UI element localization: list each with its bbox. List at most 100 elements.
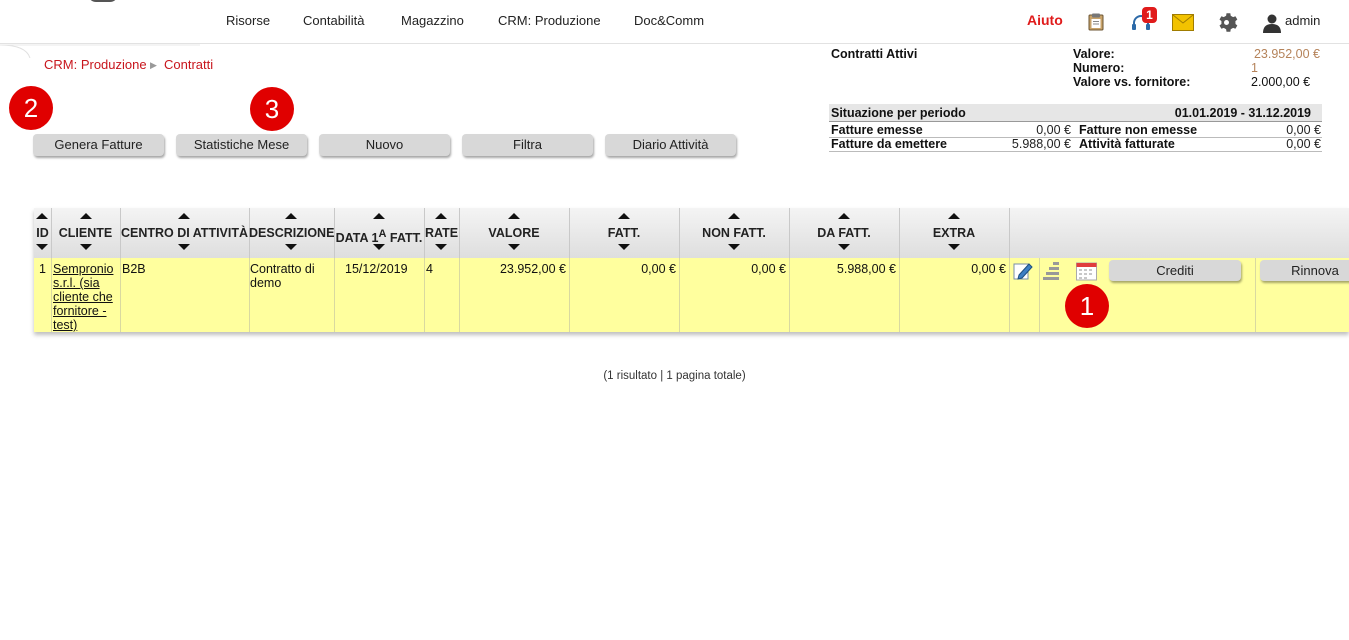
- list-icon[interactable]: [1043, 261, 1061, 286]
- cell-descrizione: Contratto di demo: [249, 258, 335, 332]
- cell-text: 0,00 €: [971, 262, 1006, 276]
- col-fatt[interactable]: FATT.: [569, 208, 680, 258]
- attivita-fatturate-value: 0,00 €: [1286, 137, 1321, 151]
- pagination-info: (1 risultato | 1 pagina totale): [603, 370, 746, 382]
- sort-asc-icon[interactable]: [948, 213, 960, 219]
- sort-desc-icon[interactable]: [618, 244, 630, 250]
- table-row: 1 Sempronio s.r.l. (sia cliente che forn…: [34, 258, 1349, 332]
- sort-asc-icon[interactable]: [618, 213, 630, 219]
- fatture-non-emesse-value: 0,00 €: [1286, 123, 1321, 137]
- cell-text: 0,00 €: [751, 262, 786, 276]
- sort-desc-icon[interactable]: [285, 244, 297, 250]
- sort-asc-icon[interactable]: [178, 213, 190, 219]
- nav-item-magazzino[interactable]: Magazzino: [401, 13, 464, 28]
- nav-item-doc-comm[interactable]: Doc&Comm: [634, 13, 704, 28]
- sort-desc-icon[interactable]: [373, 244, 385, 250]
- mail-icon[interactable]: [1172, 14, 1194, 36]
- col-extra[interactable]: EXTRA: [899, 208, 1010, 258]
- statistiche-mese-button[interactable]: Statistiche Mese: [176, 134, 307, 156]
- sort-desc-icon[interactable]: [838, 244, 850, 250]
- nav-item-risorse[interactable]: Risorse: [226, 13, 270, 28]
- col-label: ID: [36, 226, 49, 240]
- sort-asc-icon[interactable]: [838, 213, 850, 219]
- attivita-fatturate-label: Attività fatturate: [1079, 137, 1175, 151]
- cell-text: B2B: [122, 262, 146, 276]
- col-label: CENTRO DI ATTIVITÀ: [120, 226, 249, 240]
- notification-badge: 1: [1142, 7, 1157, 23]
- sort-desc-icon[interactable]: [435, 244, 447, 250]
- sort-asc-icon[interactable]: [285, 213, 297, 219]
- col-cliente[interactable]: CLIENTE: [51, 208, 121, 258]
- cell-cliente: Sempronio s.r.l. (sia cliente che fornit…: [51, 258, 121, 332]
- diario-attivita-button[interactable]: Diario Attività: [605, 134, 736, 156]
- table-header: ID CLIENTE CENTRO DI ATTIVITÀ DESCRIZION…: [34, 208, 1349, 258]
- nav-item-crm-produzione[interactable]: CRM: Produzione: [498, 13, 601, 28]
- col-data-1a-fatt[interactable]: DATA 1A FATT.: [334, 208, 425, 258]
- sort-asc-icon[interactable]: [508, 213, 520, 219]
- sort-asc-icon[interactable]: [373, 213, 385, 219]
- col-da-fatt[interactable]: DA FATT.: [789, 208, 900, 258]
- cell-rate: 4: [424, 258, 460, 332]
- marker-1: 1: [1065, 284, 1109, 328]
- sort-desc-icon[interactable]: [508, 244, 520, 250]
- cliente-link[interactable]: Sempronio s.r.l. (sia cliente che fornit…: [53, 262, 113, 332]
- crediti-button[interactable]: Crediti: [1109, 260, 1241, 281]
- edit-icon[interactable]: [1013, 261, 1033, 286]
- fatture-da-emettere-value: 5.988,00 €: [1011, 137, 1071, 151]
- nav-item-contabilita[interactable]: Contabilità: [303, 13, 364, 28]
- fatture-non-emesse-label: Fatture non emesse: [1079, 123, 1198, 137]
- sort-desc-icon[interactable]: [948, 244, 960, 250]
- sort-desc-icon[interactable]: [728, 244, 740, 250]
- col-label: EXTRA: [932, 226, 976, 240]
- col-label: RATE: [424, 226, 459, 240]
- breadcrumb-contratti[interactable]: Contratti: [164, 57, 213, 72]
- marker-2: 2: [9, 86, 53, 130]
- summary-title: Contratti Attivi: [831, 47, 918, 61]
- col-label: NON FATT.: [702, 226, 766, 240]
- col-label: FATT.: [607, 226, 641, 240]
- breadcrumb-crm-produzione[interactable]: CRM: Produzione: [44, 57, 147, 72]
- cell-text: 0,00 €: [641, 262, 676, 276]
- sort-desc-icon[interactable]: [178, 244, 190, 250]
- cell-centro: B2B: [120, 258, 250, 332]
- valore-label: Valore:: [1073, 47, 1115, 61]
- cell-text: 15/12/2019: [345, 262, 408, 276]
- cell-text: Contratto di demo: [250, 262, 315, 290]
- cell-valore: 23.952,00 €: [459, 258, 570, 332]
- sort-desc-icon[interactable]: [36, 244, 48, 250]
- sort-asc-icon[interactable]: [36, 213, 48, 219]
- col-centro-attivita[interactable]: CENTRO DI ATTIVITÀ: [120, 208, 250, 258]
- period-range: 01.01.2019 - 31.12.2019: [1174, 106, 1311, 120]
- cell-text: 5.988,00 €: [836, 262, 896, 276]
- fornitore-label: Valore vs. fornitore:: [1073, 75, 1191, 89]
- gear-icon[interactable]: [1215, 11, 1238, 39]
- col-descrizione[interactable]: DESCRIZIONE: [249, 208, 335, 258]
- nuovo-button[interactable]: Nuovo: [319, 134, 450, 156]
- sort-desc-icon[interactable]: [80, 244, 92, 250]
- top-navigation: Risorse Contabilità Magazzino CRM: Produ…: [0, 0, 1349, 44]
- valore-value: 23.952,00 €: [1253, 47, 1320, 61]
- clipboard-icon[interactable]: [1088, 13, 1104, 36]
- calendar-icon[interactable]: [1076, 261, 1097, 286]
- user-name[interactable]: admin: [1285, 13, 1320, 28]
- numero-label: Numero:: [1073, 61, 1125, 75]
- col-label: DA FATT.: [817, 226, 871, 240]
- filtra-button[interactable]: Filtra: [462, 134, 593, 156]
- fatture-emesse-label: Fatture emesse: [831, 123, 923, 137]
- sort-asc-icon[interactable]: [80, 213, 92, 219]
- genera-fatture-button[interactable]: Genera Fatture: [33, 134, 164, 156]
- col-valore[interactable]: VALORE: [459, 208, 570, 258]
- col-rate[interactable]: RATE: [424, 208, 460, 258]
- sort-asc-icon[interactable]: [435, 213, 447, 219]
- rinnova-button[interactable]: Rinnova: [1260, 260, 1349, 281]
- cell-edit: [1009, 258, 1040, 332]
- col-non-fatt[interactable]: NON FATT.: [679, 208, 790, 258]
- col-id[interactable]: ID: [34, 208, 52, 258]
- cell-rinnova: Rinnova: [1255, 258, 1349, 332]
- user-icon[interactable]: [1262, 13, 1282, 38]
- help-link[interactable]: Aiuto: [1027, 12, 1063, 28]
- page-decoration: [0, 44, 200, 58]
- breadcrumb-separator-icon: ▶: [150, 60, 157, 70]
- summary-divider: [829, 151, 1322, 152]
- sort-asc-icon[interactable]: [728, 213, 740, 219]
